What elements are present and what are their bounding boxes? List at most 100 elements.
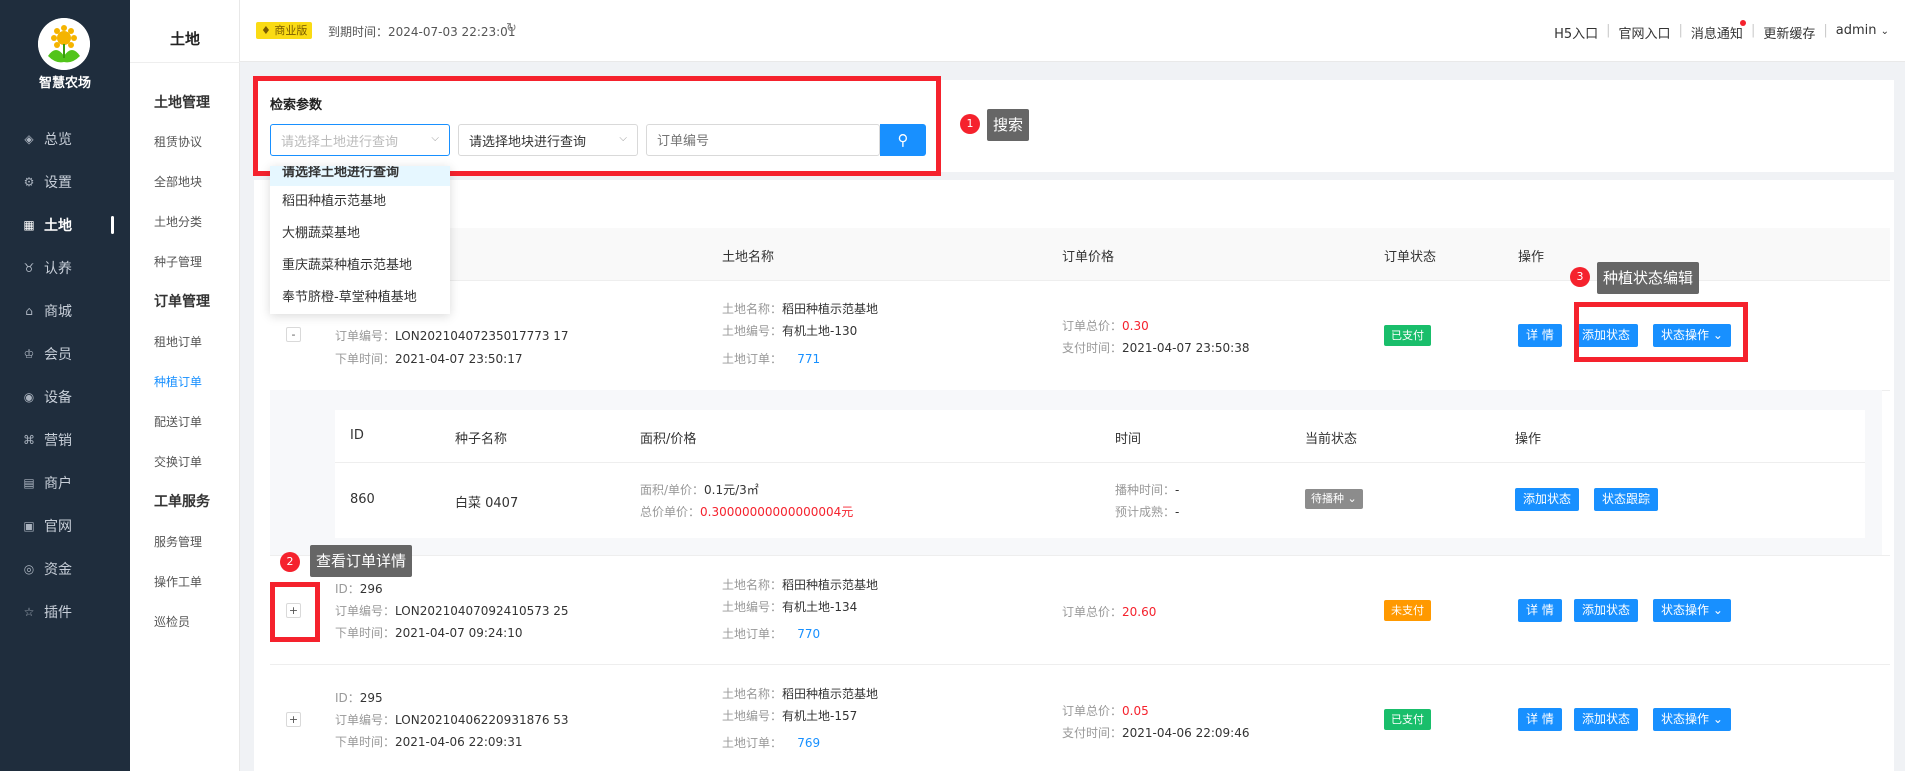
submenu-link-rent-orders[interactable]: 租地订单 <box>154 333 202 350</box>
land-number: 土地编号：有机土地-134 <box>722 600 858 614</box>
nav-item-merchant[interactable]: ▤ 商户 <box>0 468 130 498</box>
submenu-link-operation-orders[interactable]: 操作工单 <box>154 573 202 590</box>
land-order-link[interactable]: 769 <box>797 736 820 750</box>
col-header-order-status: 订单状态 <box>1384 250 1437 265</box>
star-icon: ☆ <box>23 605 35 619</box>
dropdown-option[interactable]: 奉节脐橙-草堂种植基地 <box>270 282 450 314</box>
submenu-link-delivery-orders[interactable]: 配送订单 <box>154 413 202 430</box>
submenu-link-exchange-orders[interactable]: 交换订单 <box>154 453 202 470</box>
land-order-link[interactable]: 770 <box>797 627 820 641</box>
harvest-time: 预计成熟：- <box>1115 505 1180 519</box>
nav-item-settings[interactable]: ⚙ 设置 <box>0 167 130 197</box>
expand-row-button[interactable]: + <box>286 712 301 727</box>
detail-button[interactable]: 详 情 <box>1518 599 1562 622</box>
nav-item-adopt[interactable]: ♉ 认养 <box>0 253 130 283</box>
annotation-box-expand <box>270 582 320 642</box>
annotation-box-status-edit <box>1574 302 1748 362</box>
nav-item-plugins[interactable]: ☆ 插件 <box>0 597 130 627</box>
website-entry-link[interactable]: 官网入口 <box>1611 23 1679 42</box>
submenu-link-services[interactable]: 服务管理 <box>154 533 202 550</box>
dropdown-option[interactable]: 稻田种植示范基地 <box>270 186 450 218</box>
order-time: 下单时间：2021-04-07 09:24:10 <box>335 626 523 640</box>
submenu-group-workorders: 工单服务 <box>154 494 210 510</box>
nav-item-member[interactable]: ♔ 会员 <box>0 339 130 369</box>
annotation-tip-status-edit: 种植状态编辑 <box>1597 262 1700 294</box>
username: admin <box>1835 23 1877 38</box>
status-operation-button[interactable]: 状态操作 ⌄ <box>1653 599 1731 622</box>
seed-id: 860 <box>350 492 375 507</box>
submenu-link-all-plots[interactable]: 全部地块 <box>154 173 202 190</box>
add-status-button[interactable]: 添加状态 <box>1574 708 1639 731</box>
collapse-row-button[interactable]: - <box>286 327 301 342</box>
nav-item-marketing[interactable]: ⌘ 营销 <box>0 425 130 455</box>
detail-button[interactable]: 详 情 <box>1518 708 1562 731</box>
chevron-down-icon: ⌄ <box>1347 492 1357 505</box>
submenu-link-land-category[interactable]: 土地分类 <box>154 213 202 230</box>
notifications-link[interactable]: 消息通知 <box>1683 20 1751 42</box>
seed-name: 白菜 0407 <box>455 496 519 511</box>
nav-label: 营销 <box>44 433 72 449</box>
h5-entry-link[interactable]: H5入口 <box>1546 23 1606 42</box>
annotation-box-search <box>253 76 941 176</box>
nav-item-mall[interactable]: ⌂ 商城 <box>0 296 130 326</box>
annotation-tip-detail: 查看订单详情 <box>310 545 413 577</box>
chevron-down-icon: ⌄ <box>1712 603 1723 617</box>
dropdown-option[interactable]: 大棚蔬菜基地 <box>270 218 450 250</box>
sub-col-actions: 操作 <box>1515 432 1542 447</box>
row-divider <box>270 664 1890 665</box>
sub-col-id: ID <box>350 428 364 443</box>
submenu-link-inspectors[interactable]: 巡检员 <box>154 613 190 630</box>
add-status-button[interactable]: 添加状态 <box>1574 599 1639 622</box>
current-status-dropdown[interactable]: 待播种 ⌄ <box>1305 489 1363 509</box>
status-operation-button[interactable]: 状态操作 ⌄ <box>1653 708 1731 731</box>
order-number: 订单编号：LON20210406220931876 53 <box>335 713 569 727</box>
nav-item-website[interactable]: ▣ 官网 <box>0 511 130 541</box>
top-links: H5入口 | 官网入口 | 消息通知 | 更新缓存 | admin ⌄ <box>1546 20 1897 42</box>
farm-logo[interactable] <box>38 18 90 70</box>
chevron-down-icon: ⌄ <box>1880 26 1889 37</box>
status-badge: 已支付 <box>1384 325 1431 346</box>
diamond-icon: ♦ <box>261 24 275 37</box>
detail-button[interactable]: 详 情 <box>1518 324 1562 347</box>
sub-add-status-button[interactable]: 添加状态 <box>1515 488 1580 511</box>
status-badge: 未支付 <box>1384 600 1431 621</box>
order-number: 订单编号：LON20210407235017773 17 <box>335 329 569 343</box>
nav-item-land[interactable]: ▦ 土地 <box>0 210 130 240</box>
order-total: 订单总价：0.30 <box>1062 319 1149 333</box>
sub-sidebar: 土地 土地管理 租赁协议 全部地块 土地分类 种子管理 订单管理 租地订单 种植… <box>130 0 240 771</box>
submenu-link-lease[interactable]: 租赁协议 <box>154 133 202 150</box>
nav-label: 设备 <box>44 390 72 406</box>
nav-label: 商户 <box>44 476 72 492</box>
nav-item-overview[interactable]: ◈ 总览 <box>0 124 130 154</box>
user-menu[interactable]: admin ⌄ <box>1828 23 1897 42</box>
nav-label: 认养 <box>44 261 72 277</box>
active-indicator <box>111 216 114 234</box>
shop-icon: ⌂ <box>25 304 33 318</box>
col-header-land-name: 土地名称 <box>722 250 775 265</box>
command-icon: ⌘ <box>23 433 35 447</box>
pay-time: 支付时间：2021-04-07 23:50:38 <box>1062 341 1250 355</box>
submenu-link-plant-orders[interactable]: 种植订单 <box>154 373 202 390</box>
annotation-tip-search: 搜索 <box>987 109 1030 141</box>
order-time: 下单时间：2021-04-07 23:50:17 <box>335 352 523 366</box>
nav-item-device[interactable]: ◉ 设备 <box>0 382 130 412</box>
clear-cache-link[interactable]: 更新缓存 <box>1755 23 1823 42</box>
land-number: 土地编号：有机土地-157 <box>722 709 858 723</box>
status-badge: 已支付 <box>1384 709 1431 730</box>
land-order: 土地订单： 770 <box>722 627 821 641</box>
nav-item-funds[interactable]: ◎ 资金 <box>0 554 130 584</box>
submenu-link-seeds[interactable]: 种子管理 <box>154 253 202 270</box>
nav-label: 总览 <box>44 132 72 148</box>
edition-badge: ♦ 商业版 <box>256 22 313 39</box>
dropdown-option[interactable]: 请选择土地进行查询 <box>270 166 450 186</box>
order-id: ID：296 <box>335 582 383 596</box>
status-track-button[interactable]: 状态跟踪 <box>1594 488 1659 511</box>
land-order-link[interactable]: 771 <box>797 352 820 366</box>
dropdown-option[interactable]: 重庆蔬菜种植示范基地 <box>270 250 450 282</box>
chevron-down-icon: ⌄ <box>1712 712 1723 726</box>
status-operation-label: 状态操作 <box>1661 603 1710 617</box>
order-number: 订单编号：LON20210407092410573 25 <box>335 604 569 618</box>
edition-label: 商业版 <box>274 24 308 37</box>
col-header-actions: 操作 <box>1518 250 1545 265</box>
refresh-icon[interactable]: ↻ <box>506 21 517 36</box>
